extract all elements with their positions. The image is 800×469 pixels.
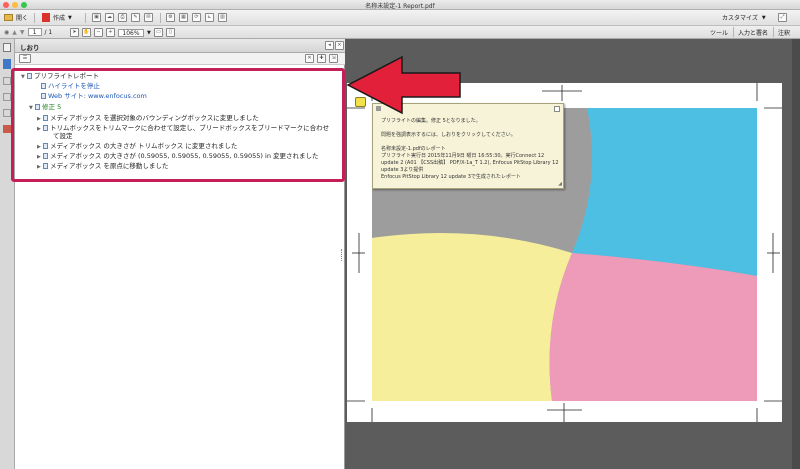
attachments-icon[interactable] xyxy=(3,109,11,117)
arrow-up-icon[interactable]: ▲ xyxy=(12,29,17,36)
collapse-panel-icon[interactable]: ◂ xyxy=(325,41,334,50)
zoom-input[interactable]: 106% xyxy=(118,28,144,37)
two-page-icon[interactable]: ▥ xyxy=(218,13,227,22)
yellow-region xyxy=(372,233,572,401)
highlight-box xyxy=(11,68,345,182)
note-text: プリフライト実行日 2015年11月9日 曜日 16:55:30。実行Conne… xyxy=(381,153,545,159)
save-icon[interactable]: ▣ xyxy=(92,13,101,22)
settings-icon[interactable]: ⚙ xyxy=(166,13,175,22)
preflight-note-popup[interactable]: プリフライトの編集。修正 5となりました。 問題を強調表示するには、しおりをクリ… xyxy=(372,103,564,189)
bookmarks-panel-header: しおり ◂ × xyxy=(15,39,345,53)
email-icon[interactable]: ✉ xyxy=(144,13,153,22)
layers-icon[interactable] xyxy=(3,93,11,101)
read-mode-icon[interactable]: ▯ xyxy=(165,28,175,37)
chevron-down-icon: ▼ xyxy=(761,14,766,21)
vertical-scrollbar[interactable] xyxy=(792,39,800,469)
note-text: 問題を強調表示するには、しおりをクリックしてください。 xyxy=(381,132,516,138)
page-number-input[interactable]: 1 xyxy=(27,28,42,36)
note-text: 名称未設定-1.pdfのレポート xyxy=(381,146,446,152)
ruler-icon[interactable]: ⊾ xyxy=(205,13,214,22)
options-menu-icon[interactable]: ☰ xyxy=(19,54,31,63)
chevron-down-icon: ▼ xyxy=(68,14,72,21)
window-title: 名称未設定-1 Report.pdf xyxy=(365,3,435,10)
preflight-icon[interactable] xyxy=(3,125,11,133)
zoom-out-icon[interactable]: − xyxy=(94,28,103,37)
title-bar: 名称未設定-1 Report.pdf xyxy=(0,0,800,10)
new-bookmark-icon[interactable]: ✚ xyxy=(317,54,326,63)
sign-button[interactable]: 入力と署名 xyxy=(738,28,768,37)
fit-width-icon[interactable]: ▭ xyxy=(153,28,163,37)
rotate-icon[interactable]: ⟳ xyxy=(192,13,201,22)
page-thumbnails-icon[interactable] xyxy=(3,43,11,52)
panel-resize-handle[interactable] xyxy=(341,249,344,261)
bookmarks-icon[interactable] xyxy=(3,59,11,69)
create-pdf-icon xyxy=(42,13,50,22)
chevron-down-icon[interactable]: ▼ xyxy=(147,30,151,36)
open-button[interactable]: 開く xyxy=(4,13,28,22)
bookmarks-panel-options: ☰ ✕ ✚ ⇲ xyxy=(15,53,345,65)
signature-icon[interactable] xyxy=(3,77,11,85)
note-text: Enfocus PitStop Library 12 update 3で生成され… xyxy=(381,174,521,180)
create-button[interactable]: 作成 ▼ xyxy=(42,13,72,22)
previous-page-icon[interactable]: ◉ xyxy=(4,29,9,36)
note-text: プリフライトの編集。修正 5となりました。 xyxy=(381,118,481,124)
delete-bookmark-icon[interactable]: ✕ xyxy=(305,54,314,63)
navigation-toolbar: ◉ ▲ ▼ 1 / 1 ➤ ✋ − + 106% ▼ ▭ ▯ ツール 入力と署名… xyxy=(0,26,800,39)
note-close-icon[interactable] xyxy=(554,106,560,112)
panel-title: しおり xyxy=(20,44,40,52)
select-tool-icon[interactable]: ➤ xyxy=(70,28,79,37)
comment-button[interactable]: 注釈 xyxy=(778,28,790,37)
cloud-icon[interactable]: ☁ xyxy=(105,13,114,22)
hand-tool-icon[interactable]: ✋ xyxy=(82,28,91,37)
red-arrow-icon xyxy=(346,55,461,115)
arrow-down-icon[interactable]: ▼ xyxy=(20,29,25,36)
close-panel-icon[interactable]: × xyxy=(335,41,344,50)
fit-page-icon[interactable]: ▦ xyxy=(179,13,188,22)
zoom-in-icon[interactable]: + xyxy=(106,28,115,37)
folder-icon xyxy=(4,14,13,21)
cyan-region xyxy=(572,108,757,276)
tools-button[interactable]: ツール xyxy=(710,28,728,37)
customize-button[interactable]: カスタマイズ ▼ xyxy=(722,13,766,23)
print-icon[interactable]: ⎙ xyxy=(118,13,127,22)
note-resize-handle[interactable]: ◢ xyxy=(558,181,562,187)
expand-icon[interactable]: ⤢ xyxy=(778,13,787,22)
expand-bookmark-icon[interactable]: ⇲ xyxy=(329,54,338,63)
pink-region xyxy=(549,253,757,401)
main-toolbar: 開く 作成 ▼ ▣ ☁ ⎙ ✎ ✉ ⚙ ▦ ⟳ ⊾ ▥ カスタマイズ ▼ ⤢ xyxy=(0,10,800,26)
note-text: update 3より提供 xyxy=(381,167,424,173)
note-text: update 2 (A01 【CSS出稿】 PDF/X-1a_T 1.2), E… xyxy=(381,160,559,166)
edit-icon[interactable]: ✎ xyxy=(131,13,140,22)
